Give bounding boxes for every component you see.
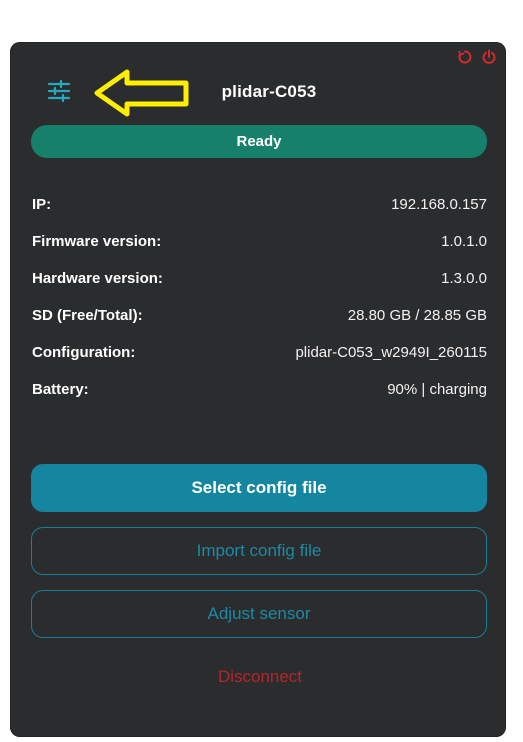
arrow-left-annotation (94, 69, 189, 117)
info-value: 1.3.0.0 (441, 270, 487, 287)
info-value: plidar-C053_w2949I_260115 (295, 344, 487, 361)
restart-icon[interactable] (456, 48, 474, 66)
window-controls (456, 48, 498, 66)
import-config-button[interactable]: Import config file (31, 527, 487, 575)
info-label: IP: (32, 196, 52, 213)
status-badge: Ready (31, 125, 487, 158)
info-label: SD (Free/Total): (32, 307, 143, 324)
info-label: Firmware version: (32, 233, 162, 250)
info-value: 192.168.0.157 (391, 196, 487, 213)
info-label: Battery: (32, 381, 89, 398)
power-icon[interactable] (480, 48, 498, 66)
info-row-sd: SD (Free/Total): 28.80 GB / 28.85 GB (32, 297, 487, 334)
info-row-battery: Battery: 90% | charging (32, 371, 487, 408)
info-row-ip: IP: 192.168.0.157 (32, 186, 487, 223)
sliders-icon[interactable] (44, 76, 74, 106)
device-info-list: IP: 192.168.0.157 Firmware version: 1.0.… (32, 186, 487, 408)
info-label: Hardware version: (32, 270, 163, 287)
disconnect-button[interactable]: Disconnect (160, 667, 360, 687)
select-config-button[interactable]: Select config file (31, 464, 487, 512)
info-value: 90% | charging (387, 381, 487, 398)
info-label: Configuration: (32, 344, 136, 361)
device-panel: plidar-C053 Ready IP: 192.168.0.157 Firm… (10, 42, 506, 737)
info-row-firmware: Firmware version: 1.0.1.0 (32, 223, 487, 260)
info-row-hardware: Hardware version: 1.3.0.0 (32, 260, 487, 297)
device-name: plidar-C053 (221, 82, 317, 101)
info-row-configuration: Configuration: plidar-C053_w2949I_260115 (32, 334, 487, 371)
info-value: 1.0.1.0 (441, 233, 487, 250)
adjust-sensor-button[interactable]: Adjust sensor (31, 590, 487, 638)
info-value: 28.80 GB / 28.85 GB (347, 307, 487, 324)
